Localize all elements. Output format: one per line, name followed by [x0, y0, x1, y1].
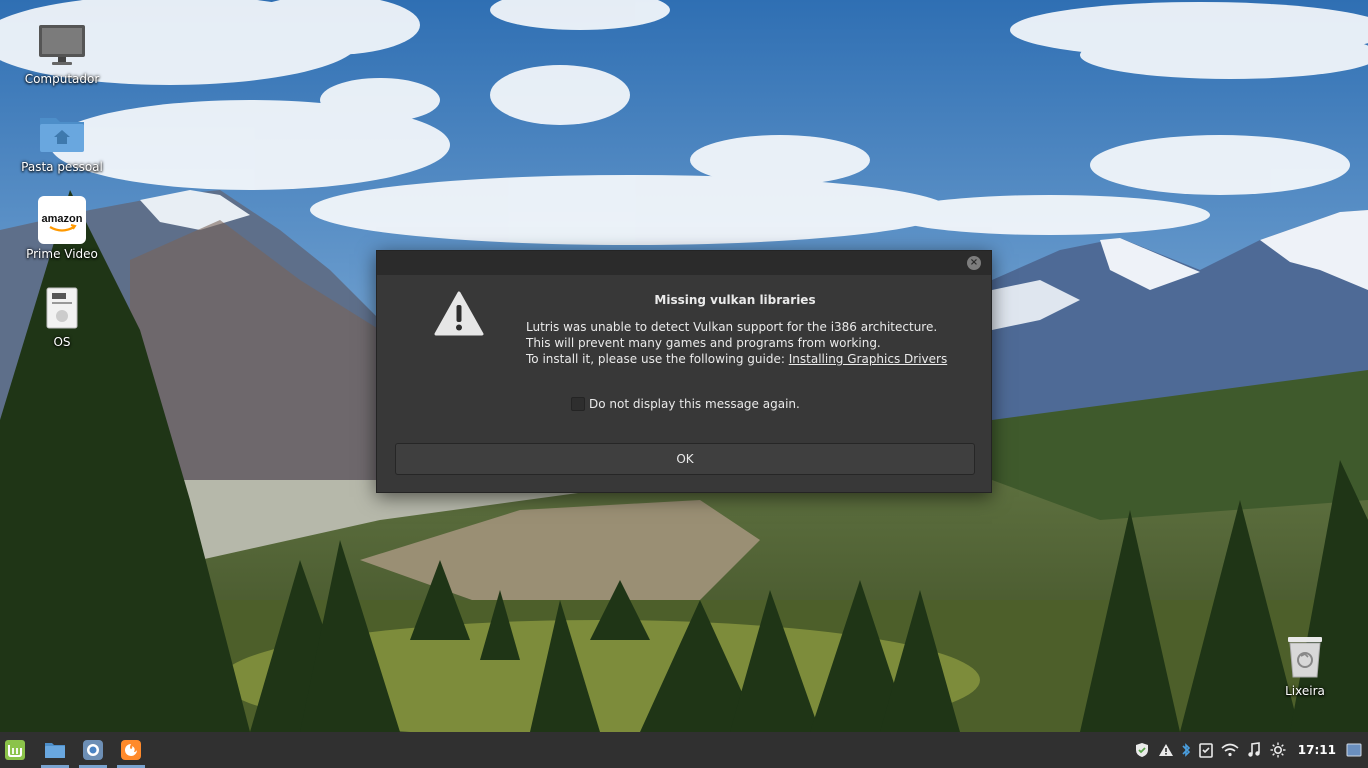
desktop-icon-prime-video[interactable]: amazon Prime Video	[7, 195, 117, 261]
firefox-launcher[interactable]	[114, 732, 148, 768]
installing-graphics-drivers-link[interactable]: Installing Graphics Drivers	[789, 352, 947, 366]
dialog-message: Lutris was unable to detect Vulkan suppo…	[526, 319, 947, 367]
dont-show-again-row[interactable]: Do not display this message again.	[571, 397, 800, 411]
music-icon[interactable]	[1244, 732, 1264, 768]
wifi-icon[interactable]	[1220, 732, 1240, 768]
shield-icon[interactable]	[1132, 732, 1152, 768]
files-launcher[interactable]	[38, 732, 72, 768]
message-line-2: This will prevent many games and program…	[526, 336, 881, 350]
message-line-1: Lutris was unable to detect Vulkan suppo…	[526, 320, 938, 334]
trash-icon	[1279, 632, 1331, 682]
svg-text:amazon: amazon	[42, 213, 83, 225]
desktop-icon-pasta-pessoal[interactable]: Pasta pessoal	[7, 108, 117, 174]
desktop-icon-computador[interactable]: Computador	[7, 20, 117, 86]
amazon-app-icon: amazon	[36, 195, 88, 245]
dont-show-again-label: Do not display this message again.	[589, 397, 800, 411]
clock[interactable]: 17:11	[1298, 743, 1336, 757]
dialog-titlebar[interactable]: ×	[377, 251, 991, 275]
folder-icon	[45, 743, 65, 758]
dialog-title: Missing vulkan libraries	[654, 293, 816, 307]
clipboard-icon[interactable]	[1196, 732, 1216, 768]
system-tray: 17:11	[1130, 732, 1368, 768]
dont-show-again-checkbox[interactable]	[571, 397, 585, 411]
computer-icon	[36, 20, 88, 70]
desktop-icon-os[interactable]: OS	[7, 283, 117, 349]
bottom-panel: 17:11	[0, 732, 1368, 768]
bluetooth-icon[interactable]	[1180, 732, 1192, 768]
browser-icon	[83, 740, 103, 760]
firefox-icon	[121, 740, 141, 760]
close-icon[interactable]: ×	[967, 256, 981, 270]
message-line-3: To install it, please use the following …	[526, 351, 947, 367]
show-desktop-button[interactable]	[1344, 732, 1364, 768]
mint-logo-icon	[5, 740, 25, 760]
chromium-launcher[interactable]	[76, 732, 110, 768]
missing-vulkan-dialog: × Missing vulkan libraries Lutris was un…	[376, 250, 992, 493]
message-line-3-text: To install it, please use the following …	[526, 352, 789, 366]
document-icon	[36, 283, 88, 333]
desktop-icon-lixeira[interactable]: Lixeira	[1250, 632, 1360, 698]
ok-button[interactable]: OK	[395, 443, 975, 475]
brightness-icon[interactable]	[1268, 732, 1288, 768]
warning-icon	[434, 291, 484, 336]
home-folder-icon	[36, 108, 88, 158]
menu-button[interactable]	[0, 732, 30, 768]
warning-icon[interactable]	[1156, 732, 1176, 768]
